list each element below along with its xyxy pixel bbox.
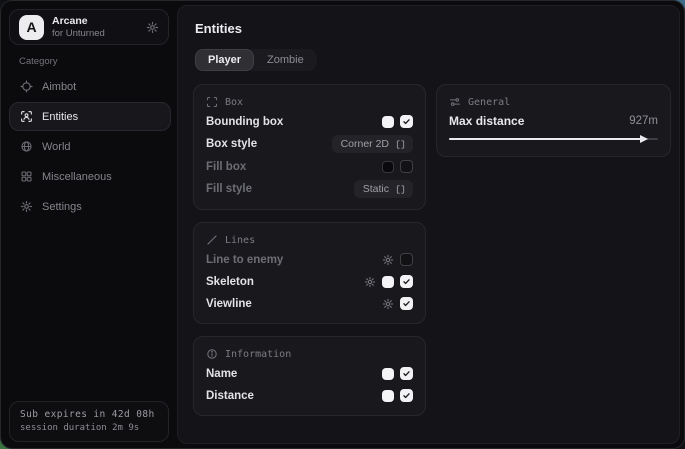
app-logo: A — [19, 15, 44, 40]
crosshair-icon — [20, 80, 33, 93]
color-swatch[interactable] — [382, 276, 394, 288]
section-header-label: Box — [225, 97, 243, 108]
checkbox-checked[interactable] — [400, 389, 413, 402]
box-style-dropdown[interactable]: Corner 2D — [332, 135, 413, 153]
sidebar-item-label: Settings — [42, 201, 82, 213]
section-header-label: Information — [225, 349, 291, 360]
sidebar-item-settings[interactable]: Settings — [9, 192, 171, 221]
unfold-brackets-icon — [395, 184, 406, 195]
globe-icon — [20, 140, 33, 153]
section-header-label: General — [468, 97, 510, 108]
sidebar-item-label: Miscellaneous — [42, 171, 112, 183]
gear-icon[interactable] — [146, 21, 159, 34]
checkbox-checked[interactable] — [400, 115, 413, 128]
checkbox-checked[interactable] — [400, 275, 413, 288]
info-icon — [206, 348, 218, 360]
main-panel: Entities Player Zombie Box — [177, 5, 680, 444]
setting-row-fill-box: Fill box — [206, 158, 413, 175]
subscription-status-card: Sub expires in 42d 08h session duration … — [9, 401, 169, 442]
sidebar-item-label: Entities — [42, 111, 78, 123]
session-duration-text: session duration 2m 9s — [20, 423, 158, 433]
checkbox-unchecked[interactable] — [400, 160, 413, 173]
lines-card: Lines Line to enemy — [193, 222, 426, 324]
sidebar-item-miscellaneous[interactable]: Miscellaneous — [9, 162, 171, 191]
gear-icon[interactable] — [364, 276, 376, 288]
checkbox-unchecked[interactable] — [400, 253, 413, 266]
setting-row-line-to-enemy: Line to enemy — [206, 251, 413, 268]
gear-icon — [20, 200, 33, 213]
unfold-brackets-icon — [395, 139, 406, 150]
general-card: General Max distance 927m — [436, 84, 671, 157]
setting-row-box-style: Box style Corner 2D — [206, 135, 413, 153]
scan-person-icon — [20, 110, 33, 123]
setting-row-bounding-box: Bounding box — [206, 113, 413, 130]
sidebar-nav: Aimbot Entities World — [9, 72, 171, 221]
gear-icon[interactable] — [382, 298, 394, 310]
fill-style-dropdown[interactable]: Static — [354, 180, 413, 198]
slider-handle[interactable] — [640, 135, 648, 143]
checkbox-checked[interactable] — [400, 367, 413, 380]
app-window: A Arcane for Unturned Category A — [0, 0, 685, 449]
color-swatch[interactable] — [382, 116, 394, 128]
sidebar-item-entities[interactable]: Entities — [9, 102, 171, 131]
sliders-icon — [449, 96, 461, 108]
sidebar-item-label: Aimbot — [42, 81, 76, 93]
max-distance-slider[interactable] — [449, 133, 658, 145]
tab-player[interactable]: Player — [195, 49, 254, 71]
setting-row-name: Name — [206, 365, 413, 382]
app-title: Arcane — [52, 15, 105, 27]
sidebar-item-world[interactable]: World — [9, 132, 171, 161]
entity-tabs: Player Zombie — [195, 49, 317, 71]
sub-expiry-text: Sub expires in 42d 08h — [20, 409, 158, 420]
color-swatch[interactable] — [382, 390, 394, 402]
page-title: Entities — [195, 21, 671, 36]
setting-row-skeleton: Skeleton — [206, 273, 413, 290]
color-swatch[interactable] — [382, 368, 394, 380]
checkbox-checked[interactable] — [400, 297, 413, 310]
slider-fill — [449, 138, 643, 140]
app-subtitle: for Unturned — [52, 28, 105, 39]
setting-row-max-distance: Max distance 927m — [449, 114, 658, 128]
box-card: Box Bounding box Box style — [193, 84, 426, 210]
grid-icon — [20, 170, 33, 183]
section-header-label: Lines — [225, 235, 255, 246]
sidebar-item-label: World — [42, 141, 71, 153]
scan-brackets-icon — [206, 96, 218, 108]
sidebar: A Arcane for Unturned Category A — [1, 1, 177, 448]
color-swatch[interactable] — [382, 161, 394, 173]
setting-row-viewline: Viewline — [206, 295, 413, 312]
max-distance-value: 927m — [629, 115, 658, 127]
information-card: Information Name Distance — [193, 336, 426, 416]
setting-row-distance: Distance — [206, 387, 413, 404]
setting-row-fill-style: Fill style Static — [206, 180, 413, 198]
sidebar-item-aimbot[interactable]: Aimbot — [9, 72, 171, 101]
category-label: Category — [19, 56, 58, 67]
diagonal-line-icon — [206, 234, 218, 246]
app-logo-card: A Arcane for Unturned — [9, 9, 169, 45]
gear-icon[interactable] — [382, 254, 394, 266]
tab-zombie[interactable]: Zombie — [254, 49, 317, 71]
